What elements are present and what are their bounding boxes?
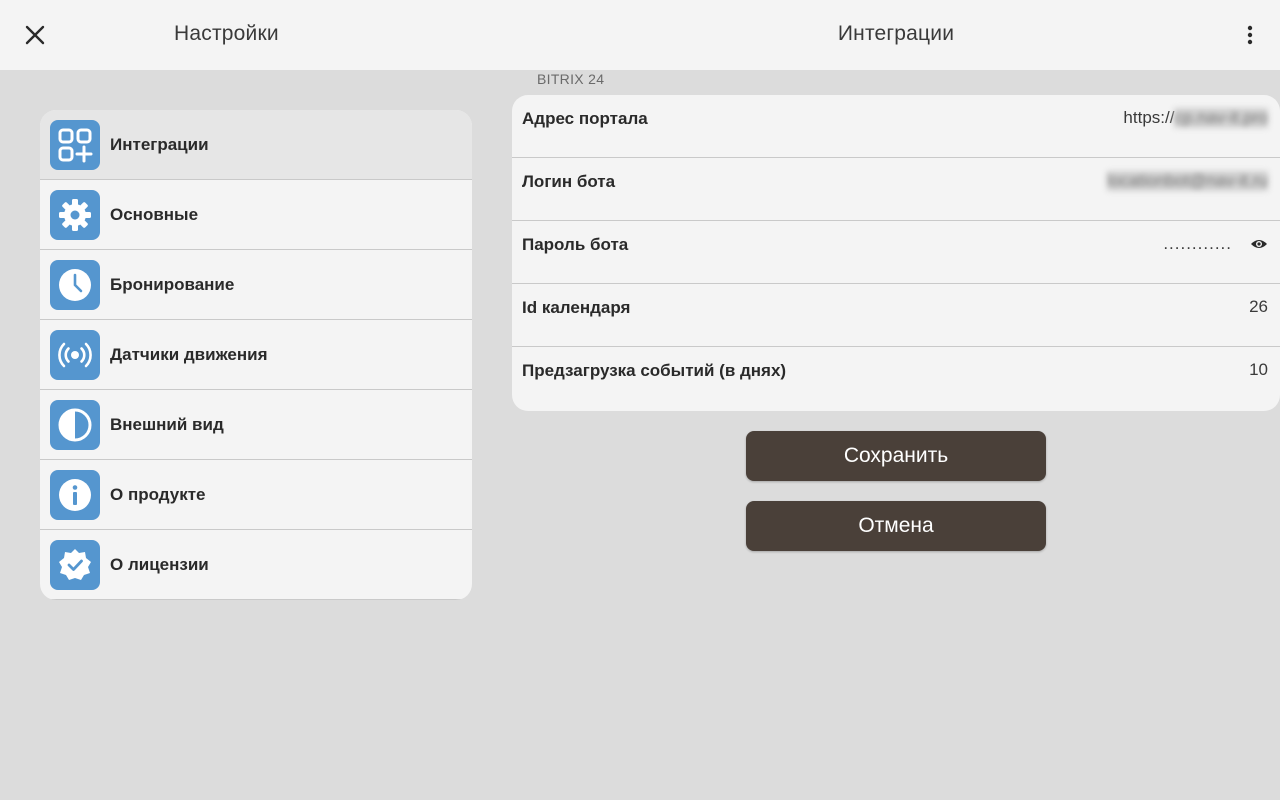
calendar-id-label: Id календаря xyxy=(522,298,631,317)
sidebar-item-label: Датчики движения xyxy=(110,344,268,364)
close-icon xyxy=(25,25,45,45)
settings-title: Настройки xyxy=(174,22,279,45)
sidebar-item-general[interactable]: Основные xyxy=(40,180,472,250)
integration-settings-card: Адрес портала https:// cp.nav-it.pro Лог… xyxy=(512,95,1280,411)
gear-icon xyxy=(50,189,100,240)
sidebar-item-about-license[interactable]: О лицензии xyxy=(40,530,472,600)
preload-days-field[interactable]: 10 xyxy=(1249,360,1268,380)
preload-days-label: Предзагрузка событий (в днях) xyxy=(522,361,787,380)
portal-address-field[interactable]: https:// cp.nav-it.pro xyxy=(1123,108,1268,128)
sidebar-item-appearance[interactable]: Внешний вид xyxy=(40,390,472,460)
portal-address-value: cp.nav-it.pro xyxy=(1174,108,1268,128)
verified-badge-icon xyxy=(50,539,100,590)
bot-login-value: locationbot@nav-it.ru xyxy=(1107,171,1268,191)
preload-days-row[interactable]: Предзагрузка событий (в днях) 10 xyxy=(512,347,1280,411)
clock-icon xyxy=(50,259,100,310)
sidebar-item-label: О продукте xyxy=(110,484,206,504)
contrast-icon xyxy=(50,399,100,450)
bot-login-label: Логин бота xyxy=(522,172,616,191)
info-icon xyxy=(50,469,100,520)
sidebar-item-label: Бронирование xyxy=(110,274,235,294)
portal-address-row[interactable]: Адрес портала https:// cp.nav-it.pro xyxy=(512,95,1280,158)
sidebar-item-integrations[interactable]: Интеграции xyxy=(40,110,472,180)
more-vertical-icon xyxy=(1247,25,1253,45)
calendar-id-row[interactable]: Id календаря 26 xyxy=(512,284,1280,347)
portal-address-label: Адрес портала xyxy=(522,109,648,128)
portal-address-prefix: https:// xyxy=(1123,108,1175,127)
bot-password-field[interactable]: ............ xyxy=(1163,234,1268,254)
bot-login-field[interactable]: locationbot@nav-it.ru xyxy=(1107,171,1268,191)
more-menu-button[interactable] xyxy=(1236,20,1264,50)
top-bar: Настройки Интеграции xyxy=(0,0,1280,70)
bot-password-value: ............ xyxy=(1163,234,1232,253)
show-password-button[interactable] xyxy=(1250,238,1268,250)
calendar-id-field[interactable]: 26 xyxy=(1249,297,1268,317)
cancel-button[interactable]: Отмена xyxy=(746,501,1046,551)
motion-sensor-icon xyxy=(50,329,100,380)
save-button[interactable]: Сохранить xyxy=(746,431,1046,481)
settings-sidebar: Интеграции Основные Бронирование Датчики… xyxy=(40,110,472,600)
sidebar-item-label: О лицензии xyxy=(110,554,209,574)
bot-password-label: Пароль бота xyxy=(522,235,629,254)
close-button[interactable] xyxy=(20,20,50,50)
sidebar-item-motion-sensors[interactable]: Датчики движения xyxy=(40,320,472,390)
bot-login-row[interactable]: Логин бота locationbot@nav-it.ru xyxy=(512,158,1280,221)
bot-password-row[interactable]: Пароль бота ............ xyxy=(512,221,1280,284)
sidebar-item-about-product[interactable]: О продукте xyxy=(40,460,472,530)
page-title: Интеграции xyxy=(837,22,955,45)
integrations-icon xyxy=(50,119,100,170)
section-title: BITRIX 24 xyxy=(537,71,605,87)
sidebar-item-booking[interactable]: Бронирование xyxy=(40,250,472,320)
sidebar-item-label: Интеграции xyxy=(110,134,209,154)
sidebar-item-label: Внешний вид xyxy=(110,414,224,434)
sidebar-item-label: Основные xyxy=(110,204,199,224)
eye-icon xyxy=(1251,240,1267,248)
